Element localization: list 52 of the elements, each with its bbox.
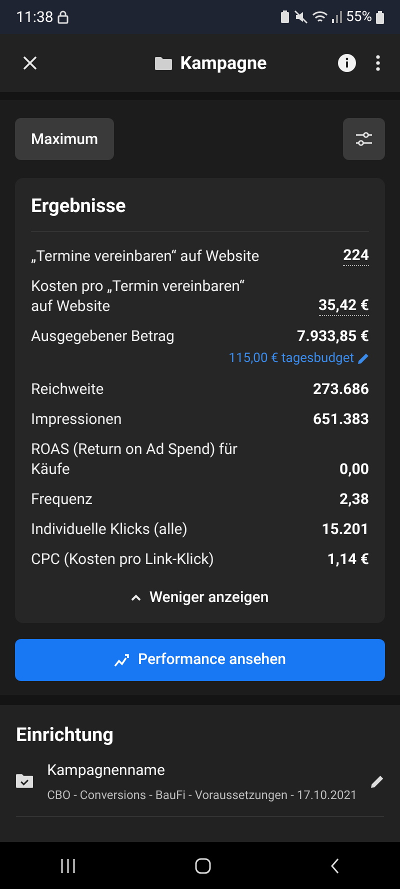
card-title: Ergebnisse bbox=[31, 192, 369, 232]
mute-icon bbox=[294, 10, 308, 24]
metric-label: ROAS (Return on Ad Spend) für Käufe bbox=[31, 439, 238, 479]
chevron-up-icon bbox=[131, 594, 142, 601]
metric-value: 1,14 € bbox=[327, 549, 369, 569]
metric-label: Ausgegebener Betrag bbox=[31, 326, 174, 346]
metric-value: 651.383 bbox=[313, 409, 369, 429]
folder-icon bbox=[155, 56, 172, 70]
screen-title: Kampagne bbox=[180, 52, 267, 76]
daily-budget-link[interactable]: 115,00 € tagesbudget bbox=[228, 348, 354, 368]
metric-value: 15.201 bbox=[322, 519, 369, 539]
more-button[interactable] bbox=[376, 55, 380, 71]
show-less-button[interactable]: Weniger anzeigen bbox=[131, 586, 269, 608]
trend-icon bbox=[114, 652, 130, 666]
maximum-button[interactable]: Maximum bbox=[15, 118, 114, 160]
section-title: Einrichtung bbox=[16, 722, 114, 748]
setting-label: Kampagnenname bbox=[47, 760, 166, 781]
sliders-icon bbox=[355, 131, 373, 147]
battery-percentage: 55% bbox=[346, 8, 372, 26]
battery-saver-icon bbox=[280, 10, 290, 24]
battery-icon bbox=[376, 10, 384, 24]
more-icon bbox=[376, 55, 380, 71]
metric-value: 0,00 bbox=[339, 459, 369, 479]
metric-label: CPC (Kosten pro Link-Klick) bbox=[31, 549, 214, 569]
signal-icon bbox=[332, 11, 342, 23]
home-icon[interactable] bbox=[194, 858, 211, 874]
pencil-icon bbox=[371, 774, 384, 789]
pencil-icon bbox=[358, 352, 369, 364]
metric-label: „Termine vereinbaren“ auf Website bbox=[31, 246, 260, 266]
filter-button[interactable] bbox=[343, 118, 385, 160]
info-button[interactable] bbox=[338, 54, 356, 72]
metric-value: 2,38 bbox=[339, 489, 369, 509]
status-time: 11:38 bbox=[16, 6, 54, 28]
wifi-icon bbox=[312, 10, 328, 24]
recent-apps-icon[interactable] bbox=[60, 858, 76, 874]
metric-value: 273.686 bbox=[313, 379, 369, 399]
metric-value[interactable]: 224 bbox=[343, 244, 369, 266]
performance-button[interactable]: Performance ansehen bbox=[15, 638, 385, 680]
metric-value: 7.933,85 € bbox=[296, 326, 369, 346]
metric-label: Reichweite bbox=[31, 379, 104, 399]
folder-check-icon bbox=[16, 772, 34, 790]
setup-row[interactable]: Kampagnenname CBO - Conversions - BauFi - Voraussetzungen - 17.10.2021 bbox=[16, 759, 384, 816]
lock-icon bbox=[57, 10, 70, 24]
metric-label: Individuelle Klicks (alle) bbox=[31, 519, 188, 539]
metric-label: Frequenz bbox=[31, 489, 92, 509]
metric-label: Kosten pro „Termin vereinbaren“ auf Website bbox=[31, 276, 246, 316]
setting-value: CBO - Conversions - BauFi - Voraussetzungen - 17.10.2021 bbox=[47, 786, 358, 804]
back-icon[interactable] bbox=[330, 858, 340, 874]
metric-label: Impressionen bbox=[31, 409, 122, 429]
close-icon bbox=[23, 56, 37, 70]
info-icon bbox=[338, 54, 356, 72]
metric-value[interactable]: 35,42 € bbox=[318, 294, 369, 316]
